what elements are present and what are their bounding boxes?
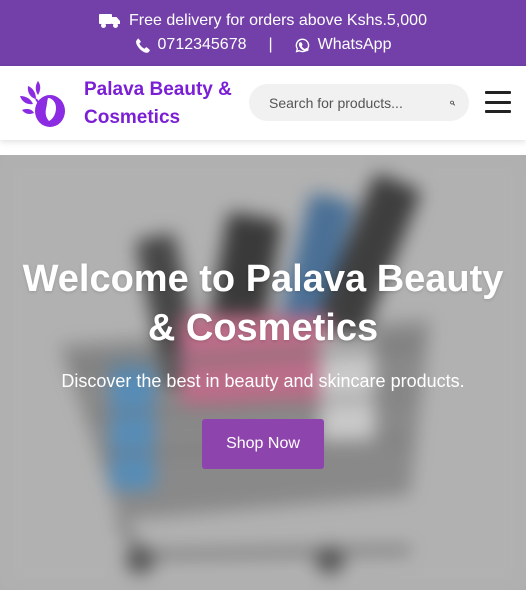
truck-icon — [99, 14, 121, 28]
announcement-bar: Free delivery for orders above Kshs.5,00… — [0, 0, 526, 66]
search-icon[interactable] — [450, 96, 455, 110]
hero-content: Welcome to Palava Beauty & Cosmetics Dis… — [0, 255, 526, 469]
search-input[interactable] — [269, 94, 450, 111]
hero-banner: Welcome to Palava Beauty & Cosmetics Dis… — [0, 155, 526, 590]
phone-icon — [135, 37, 150, 53]
whatsapp-link[interactable]: WhatsApp — [318, 33, 392, 57]
delivery-text: Free delivery for orders above Kshs.5,00… — [129, 12, 427, 29]
hamburger-menu-icon[interactable] — [485, 91, 511, 113]
menu-line — [485, 110, 511, 113]
hero-subtitle: Discover the best in beauty and skincare… — [61, 371, 465, 391]
search-bar — [249, 84, 469, 121]
hero-title: Welcome to Palava Beauty & Cosmetics — [22, 258, 504, 349]
site-header: Palava Beauty & Cosmetics — [0, 66, 526, 140]
brand-name[interactable]: Palava Beauty & Cosmetics — [84, 76, 244, 132]
contact-separator: | — [268, 36, 273, 53]
delivery-notice: Free delivery for orders above Kshs.5,00… — [99, 9, 427, 33]
woman-face-flower-logo-icon[interactable] — [14, 78, 74, 128]
shop-now-button[interactable]: Shop Now — [202, 419, 324, 469]
menu-line — [485, 100, 511, 104]
phone-number[interactable]: 0712345678 — [158, 33, 247, 57]
contact-row: 0712345678 | WhatsApp — [135, 33, 392, 57]
menu-line — [485, 91, 511, 94]
whatsapp-icon — [295, 38, 309, 52]
